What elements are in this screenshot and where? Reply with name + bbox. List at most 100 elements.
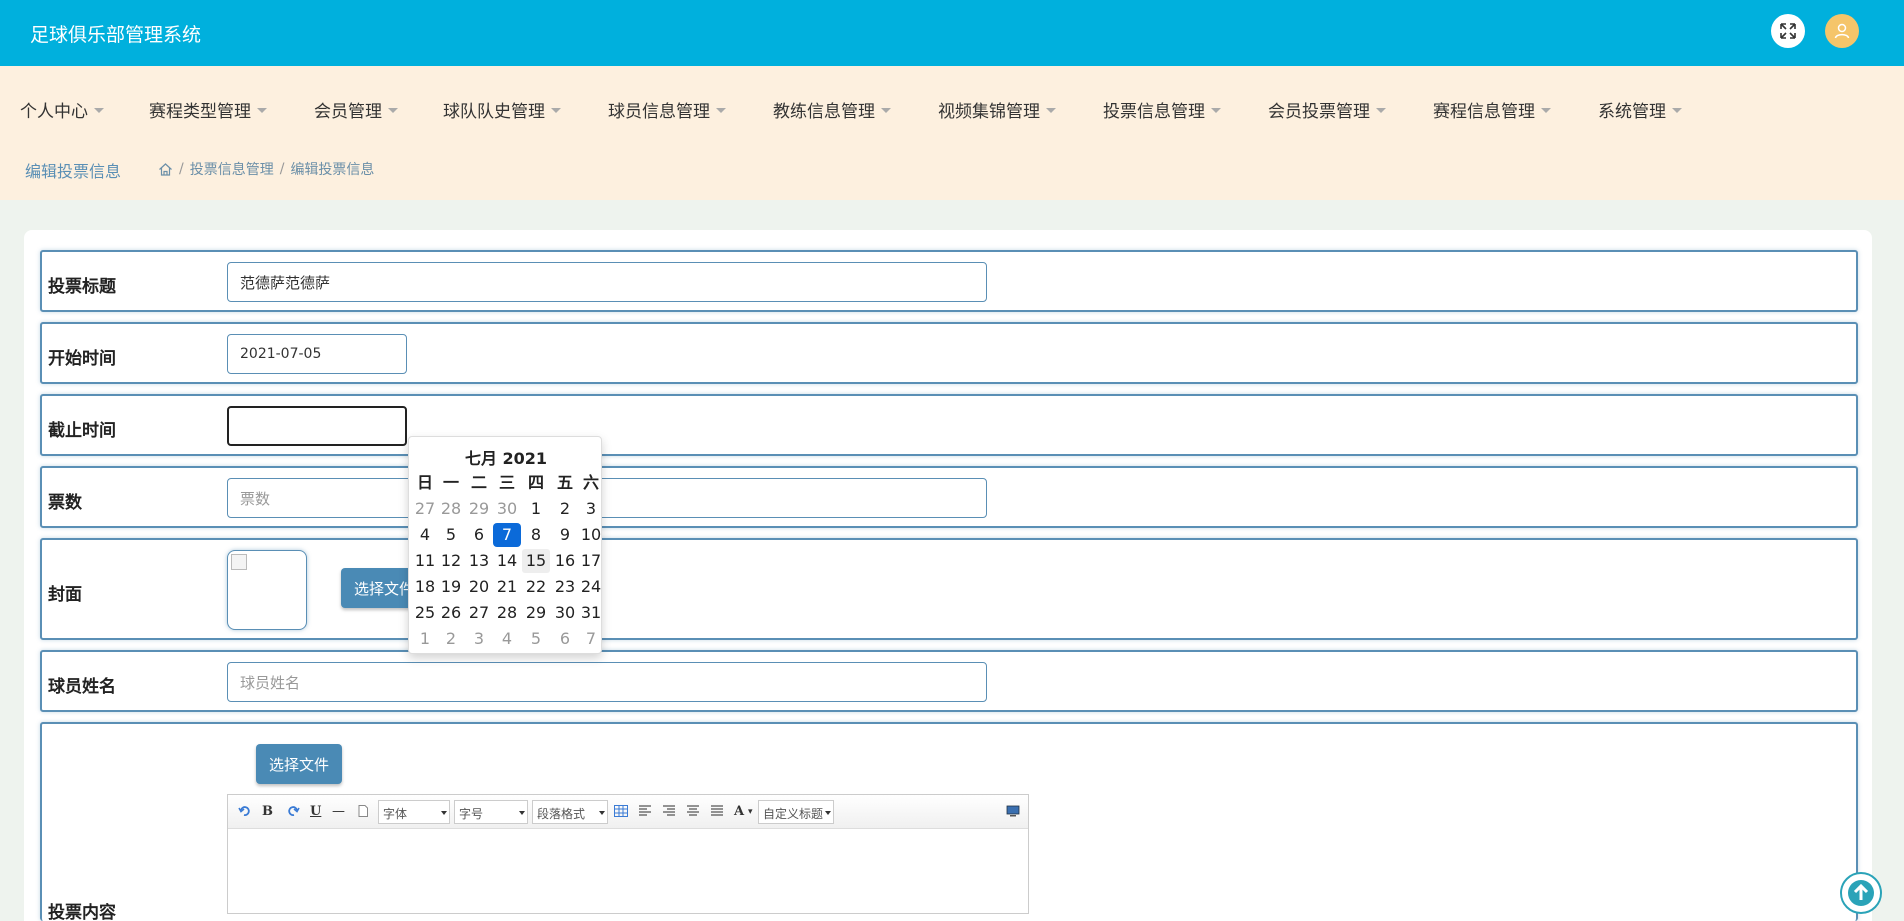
title-input[interactable]: 范德萨范德萨 <box>227 262 987 302</box>
bold-button[interactable]: B <box>262 804 273 819</box>
undo-icon[interactable] <box>238 805 252 817</box>
calendar-day[interactable]: 25 <box>411 601 439 625</box>
calendar-day[interactable]: 23 <box>551 575 579 599</box>
preview-icon[interactable] <box>1006 805 1020 817</box>
rich-text-editor: B U — 字体 字号 段落格式 A ▾ 自定义标题 <box>227 794 1029 914</box>
calendar-day[interactable]: 30 <box>493 497 521 521</box>
font-family-select[interactable]: 字体 <box>378 800 450 824</box>
nav-item-coach-info[interactable]: 教练信息管理 <box>773 97 891 122</box>
nav-item-schedule[interactable]: 赛程信息管理 <box>1433 97 1551 122</box>
calendar-day[interactable]: 27 <box>465 601 493 625</box>
calendar-day[interactable]: 14 <box>493 549 521 573</box>
align-center-icon[interactable] <box>686 805 700 817</box>
calendar-day[interactable]: 21 <box>493 575 521 599</box>
custom-title-select[interactable]: 自定义标题 <box>758 800 834 824</box>
date-picker-month-title[interactable]: 七月 2021 <box>409 445 603 469</box>
content-choose-file-button[interactable]: 选择文件 <box>256 744 342 784</box>
end-time-input[interactable] <box>227 406 407 446</box>
player-name-input[interactable]: 球员姓名 <box>227 662 987 702</box>
arrow-up-icon <box>1848 880 1874 906</box>
nav-item-member-vote[interactable]: 会员投票管理 <box>1268 97 1386 122</box>
calendar-day[interactable]: 24 <box>577 575 605 599</box>
calendar-day[interactable]: 17 <box>577 549 605 573</box>
user-menu-button[interactable] <box>1825 14 1859 48</box>
fullscreen-button[interactable] <box>1771 14 1805 48</box>
calendar-day[interactable]: 2 <box>551 497 579 521</box>
nav-item-personal-center[interactable]: 个人中心 <box>20 97 104 122</box>
content-label: 投票内容 <box>48 903 116 921</box>
cover-image-preview[interactable] <box>227 550 307 630</box>
calendar-day[interactable]: 12 <box>437 549 465 573</box>
align-right-icon[interactable] <box>662 805 676 817</box>
breadcrumb: / 投票信息管理 / 编辑投票信息 <box>158 159 374 179</box>
caret-down-icon <box>1672 107 1682 113</box>
paragraph-format-select[interactable]: 段落格式 <box>532 800 608 824</box>
caret-down-icon <box>1046 107 1056 113</box>
calendar-day[interactable]: 3 <box>465 627 493 651</box>
calendar-day[interactable]: 6 <box>551 627 579 651</box>
calendar-day[interactable]: 16 <box>551 549 579 573</box>
start-time-input[interactable]: 2021-07-05 <box>227 334 407 374</box>
calendar-day[interactable]: 15 <box>522 549 550 573</box>
redo-icon[interactable] <box>286 805 300 817</box>
votes-label: 票数 <box>48 493 82 513</box>
calendar-day[interactable]: 3 <box>577 497 605 521</box>
calendar-day[interactable]: 6 <box>465 523 493 547</box>
table-icon[interactable] <box>614 805 628 817</box>
calendar-day[interactable]: 2 <box>437 627 465 651</box>
expand-icon <box>1780 23 1796 39</box>
votes-input[interactable]: 票数 <box>227 478 987 518</box>
calendar-day[interactable]: 7 <box>577 627 605 651</box>
calendar-day[interactable]: 19 <box>437 575 465 599</box>
calendar-day[interactable]: 4 <box>411 523 439 547</box>
page-icon[interactable] <box>356 805 370 817</box>
underline-button[interactable]: U <box>310 804 321 819</box>
horizontal-rule-button[interactable]: — <box>332 804 345 819</box>
calendar-day[interactable]: 9 <box>551 523 579 547</box>
calendar-day[interactable]: 13 <box>465 549 493 573</box>
nav-item-match-type[interactable]: 赛程类型管理 <box>149 97 267 122</box>
calendar-day[interactable]: 27 <box>411 497 439 521</box>
calendar-day[interactable]: 1 <box>522 497 550 521</box>
font-color-dropdown-icon[interactable]: ▾ <box>748 807 753 817</box>
align-left-icon[interactable] <box>638 805 652 817</box>
font-size-select[interactable]: 字号 <box>454 800 528 824</box>
home-icon[interactable] <box>158 162 173 177</box>
broken-image-icon <box>231 554 247 570</box>
nav-item-team-history[interactable]: 球队队史管理 <box>443 97 561 122</box>
calendar-day[interactable]: 5 <box>437 523 465 547</box>
form-row-end: 截止时间 <box>40 394 1858 456</box>
calendar-day[interactable]: 26 <box>437 601 465 625</box>
nav-item-player-info[interactable]: 球员信息管理 <box>608 97 726 122</box>
form-row-title: 投票标题 范德萨范德萨 <box>40 250 1858 312</box>
back-to-top-button[interactable] <box>1840 872 1882 914</box>
calendar-day[interactable]: 10 <box>577 523 605 547</box>
app-title: 足球俱乐部管理系统 <box>30 24 202 46</box>
calendar-day[interactable]: 28 <box>437 497 465 521</box>
nav-item-video[interactable]: 视频集锦管理 <box>938 97 1056 122</box>
calendar-day[interactable]: 20 <box>465 575 493 599</box>
calendar-day[interactable]: 4 <box>493 627 521 651</box>
calendar-day[interactable]: 29 <box>465 497 493 521</box>
calendar-day[interactable]: 28 <box>493 601 521 625</box>
calendar-day[interactable]: 11 <box>411 549 439 573</box>
font-color-button[interactable]: A <box>734 804 744 819</box>
calendar-day[interactable]: 31 <box>577 601 605 625</box>
nav-item-system[interactable]: 系统管理 <box>1598 97 1682 122</box>
breadcrumb-bar: 编辑投票信息 / 投票信息管理 / 编辑投票信息 <box>0 138 1904 200</box>
caret-down-icon <box>1541 107 1551 113</box>
weekday-header: 六 <box>582 473 599 492</box>
calendar-day[interactable]: 5 <box>522 627 550 651</box>
calendar-day[interactable]: 1 <box>411 627 439 651</box>
calendar-day[interactable]: 30 <box>551 601 579 625</box>
calendar-day[interactable]: 18 <box>411 575 439 599</box>
page-title: 编辑投票信息 <box>25 162 122 181</box>
calendar-day[interactable]: 29 <box>522 601 550 625</box>
calendar-day[interactable]: 8 <box>522 523 550 547</box>
calendar-day[interactable]: 22 <box>522 575 550 599</box>
calendar-day-selected[interactable]: 7 <box>493 523 521 547</box>
align-justify-icon[interactable] <box>710 805 724 817</box>
nav-item-vote-info[interactable]: 投票信息管理 <box>1103 97 1221 122</box>
nav-item-member[interactable]: 会员管理 <box>314 97 398 122</box>
breadcrumb-link-vote-info[interactable]: 投票信息管理 <box>190 159 274 179</box>
